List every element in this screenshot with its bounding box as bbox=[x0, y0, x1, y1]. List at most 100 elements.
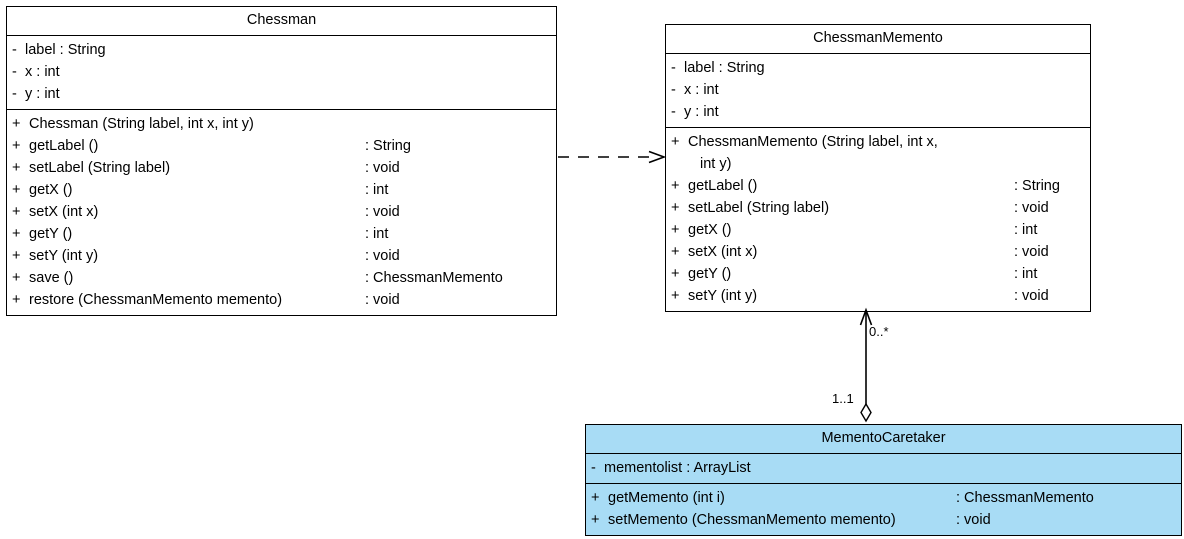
attribute-signature: y : int bbox=[25, 85, 60, 102]
visibility-marker: + bbox=[671, 243, 680, 260]
attributes-compartment-chessman: - label : String - x : int - y : int bbox=[7, 36, 556, 110]
operation-row: + getLabel () : String bbox=[666, 175, 1090, 197]
operation-row: + getLabel () : String bbox=[7, 135, 556, 157]
operation-return-type: : String bbox=[1014, 177, 1060, 194]
visibility-marker: + bbox=[671, 133, 680, 150]
operation-return-type: : String bbox=[365, 137, 411, 154]
multiplicity-source: 1..1 bbox=[832, 391, 854, 406]
operation-return-type: : void bbox=[1014, 243, 1049, 260]
operation-signature: getY () bbox=[688, 265, 732, 282]
operation-return-type: : void bbox=[365, 247, 400, 264]
operation-row: + Chessman (String label, int x, int y) bbox=[7, 113, 556, 135]
operation-signature-continued: int y) bbox=[700, 155, 732, 172]
operation-return-type: : void bbox=[365, 159, 400, 176]
operation-row: + ChessmanMemento (String label, int x, … bbox=[666, 131, 1090, 175]
operation-signature: setMemento (ChessmanMemento memento) bbox=[608, 511, 896, 528]
visibility-marker: + bbox=[12, 225, 21, 242]
operations-compartment-memento-caretaker: + getMemento (int i) : ChessmanMemento +… bbox=[586, 484, 1181, 535]
attribute-row: - mementolist : ArrayList bbox=[586, 457, 1181, 479]
visibility-marker: - bbox=[671, 81, 676, 98]
operation-return-type: : int bbox=[365, 181, 389, 198]
operation-return-type: : void bbox=[365, 291, 400, 308]
operation-signature: getMemento (int i) bbox=[608, 489, 725, 506]
attributes-compartment-memento-caretaker: - mementolist : ArrayList bbox=[586, 454, 1181, 484]
open-arrowhead-icon bbox=[648, 150, 667, 164]
visibility-marker: - bbox=[671, 103, 676, 120]
attribute-signature: x : int bbox=[25, 63, 60, 80]
operation-signature: setLabel (String label) bbox=[688, 199, 830, 216]
visibility-marker: - bbox=[671, 59, 676, 76]
dependency-connector[interactable] bbox=[558, 150, 667, 164]
class-title-chessman: Chessman bbox=[7, 7, 556, 36]
operation-row: + setMemento (ChessmanMemento memento) :… bbox=[586, 509, 1181, 531]
operation-signature: getX () bbox=[688, 221, 732, 238]
class-title-memento-caretaker: MementoCaretaker bbox=[586, 425, 1181, 454]
operation-return-type: : void bbox=[365, 203, 400, 220]
hollow-diamond-icon bbox=[860, 402, 872, 423]
visibility-marker: + bbox=[591, 489, 600, 506]
class-title-chessman-memento: ChessmanMemento bbox=[666, 25, 1090, 54]
visibility-marker: + bbox=[671, 221, 680, 238]
class-box-chessman-memento[interactable]: ChessmanMemento - label : String - x : i… bbox=[665, 24, 1091, 312]
operation-row: + setX (int x) : void bbox=[666, 241, 1090, 263]
operation-signature: setY (int y) bbox=[29, 247, 99, 264]
operation-signature: setLabel (String label) bbox=[29, 159, 171, 176]
visibility-marker: + bbox=[12, 291, 21, 308]
operation-row: + getX () : int bbox=[666, 219, 1090, 241]
visibility-marker: + bbox=[671, 265, 680, 282]
operation-return-type: : int bbox=[1014, 265, 1038, 282]
class-box-memento-caretaker[interactable]: MementoCaretaker - mementolist : ArrayLi… bbox=[585, 424, 1182, 536]
visibility-marker: - bbox=[12, 63, 17, 80]
operation-return-type: : void bbox=[1014, 199, 1049, 216]
operation-return-type: : void bbox=[1014, 287, 1049, 304]
visibility-marker: + bbox=[671, 199, 680, 216]
operation-signature: getLabel () bbox=[688, 177, 758, 194]
visibility-marker: - bbox=[12, 41, 17, 58]
operation-signature: setX (int x) bbox=[688, 243, 758, 260]
attribute-signature: label : String bbox=[25, 41, 106, 58]
visibility-marker: + bbox=[12, 159, 21, 176]
operation-row: + save () : ChessmanMemento bbox=[7, 267, 556, 289]
visibility-marker: + bbox=[12, 181, 21, 198]
operation-return-type: : int bbox=[365, 225, 389, 242]
attribute-row: - label : String bbox=[666, 57, 1090, 79]
visibility-marker: + bbox=[671, 287, 680, 304]
visibility-marker: + bbox=[12, 247, 21, 264]
visibility-marker: - bbox=[591, 459, 596, 476]
operation-signature: ChessmanMemento (String label, int x, bbox=[688, 133, 938, 150]
class-box-chessman[interactable]: Chessman - label : String - x : int - y … bbox=[6, 6, 557, 316]
attribute-row: - y : int bbox=[7, 83, 556, 105]
visibility-marker: + bbox=[591, 511, 600, 528]
operation-row: + setLabel (String label) : void bbox=[7, 157, 556, 179]
attribute-row: - label : String bbox=[7, 39, 556, 61]
operation-row: + setY (int y) : void bbox=[666, 285, 1090, 307]
attribute-signature: mementolist : ArrayList bbox=[604, 459, 751, 476]
visibility-marker: + bbox=[12, 137, 21, 154]
attribute-signature: label : String bbox=[684, 59, 765, 76]
operation-signature: save () bbox=[29, 269, 74, 286]
operation-row: + restore (ChessmanMemento memento) : vo… bbox=[7, 289, 556, 311]
visibility-marker: + bbox=[12, 203, 21, 220]
operation-signature: restore (ChessmanMemento memento) bbox=[29, 291, 283, 308]
visibility-marker: + bbox=[671, 177, 680, 194]
visibility-marker: - bbox=[12, 85, 17, 102]
operation-return-type: : void bbox=[956, 511, 991, 528]
operation-signature: Chessman (String label, int x, int y) bbox=[29, 115, 254, 132]
operations-compartment-chessman-memento: + ChessmanMemento (String label, int x, … bbox=[666, 128, 1090, 311]
operation-return-type: : ChessmanMemento bbox=[365, 269, 503, 286]
operation-row: + getY () : int bbox=[666, 263, 1090, 285]
operation-row: + setY (int y) : void bbox=[7, 245, 556, 267]
operation-row: + getX () : int bbox=[7, 179, 556, 201]
multiplicity-target: 0..* bbox=[869, 324, 889, 339]
operation-signature: getLabel () bbox=[29, 137, 99, 154]
operation-signature: getY () bbox=[29, 225, 73, 242]
operation-signature: setY (int y) bbox=[688, 287, 758, 304]
operation-return-type: : ChessmanMemento bbox=[956, 489, 1094, 506]
operation-row: + setX (int x) : void bbox=[7, 201, 556, 223]
open-arrowhead-icon bbox=[859, 307, 873, 326]
operation-row: + getY () : int bbox=[7, 223, 556, 245]
operation-row: + setLabel (String label) : void bbox=[666, 197, 1090, 219]
attribute-signature: x : int bbox=[684, 81, 719, 98]
visibility-marker: + bbox=[12, 269, 21, 286]
attribute-row: - x : int bbox=[666, 79, 1090, 101]
